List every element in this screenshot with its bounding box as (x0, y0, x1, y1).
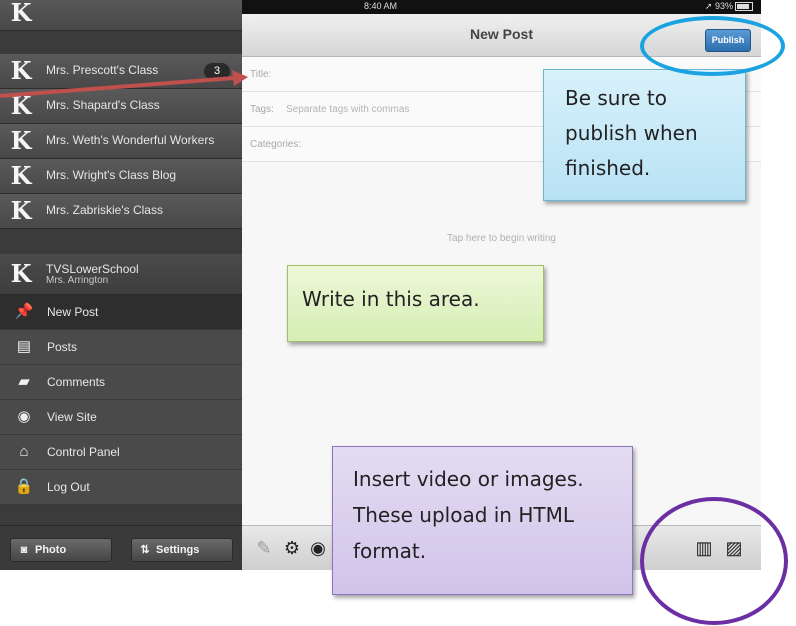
publish-callout-text: Be sure to publish when finished. (565, 86, 698, 180)
insert-callout: Insert video or images. These upload in … (332, 446, 633, 595)
insert-callout-text: Insert video or images. These upload in … (353, 467, 584, 563)
publish-callout: Be sure to publish when finished. (543, 69, 746, 201)
publish-highlight-ring (640, 16, 785, 76)
write-callout-text: Write in this area. (302, 287, 480, 311)
write-callout: Write in this area. (287, 265, 544, 342)
media-highlight-ring (640, 497, 788, 625)
